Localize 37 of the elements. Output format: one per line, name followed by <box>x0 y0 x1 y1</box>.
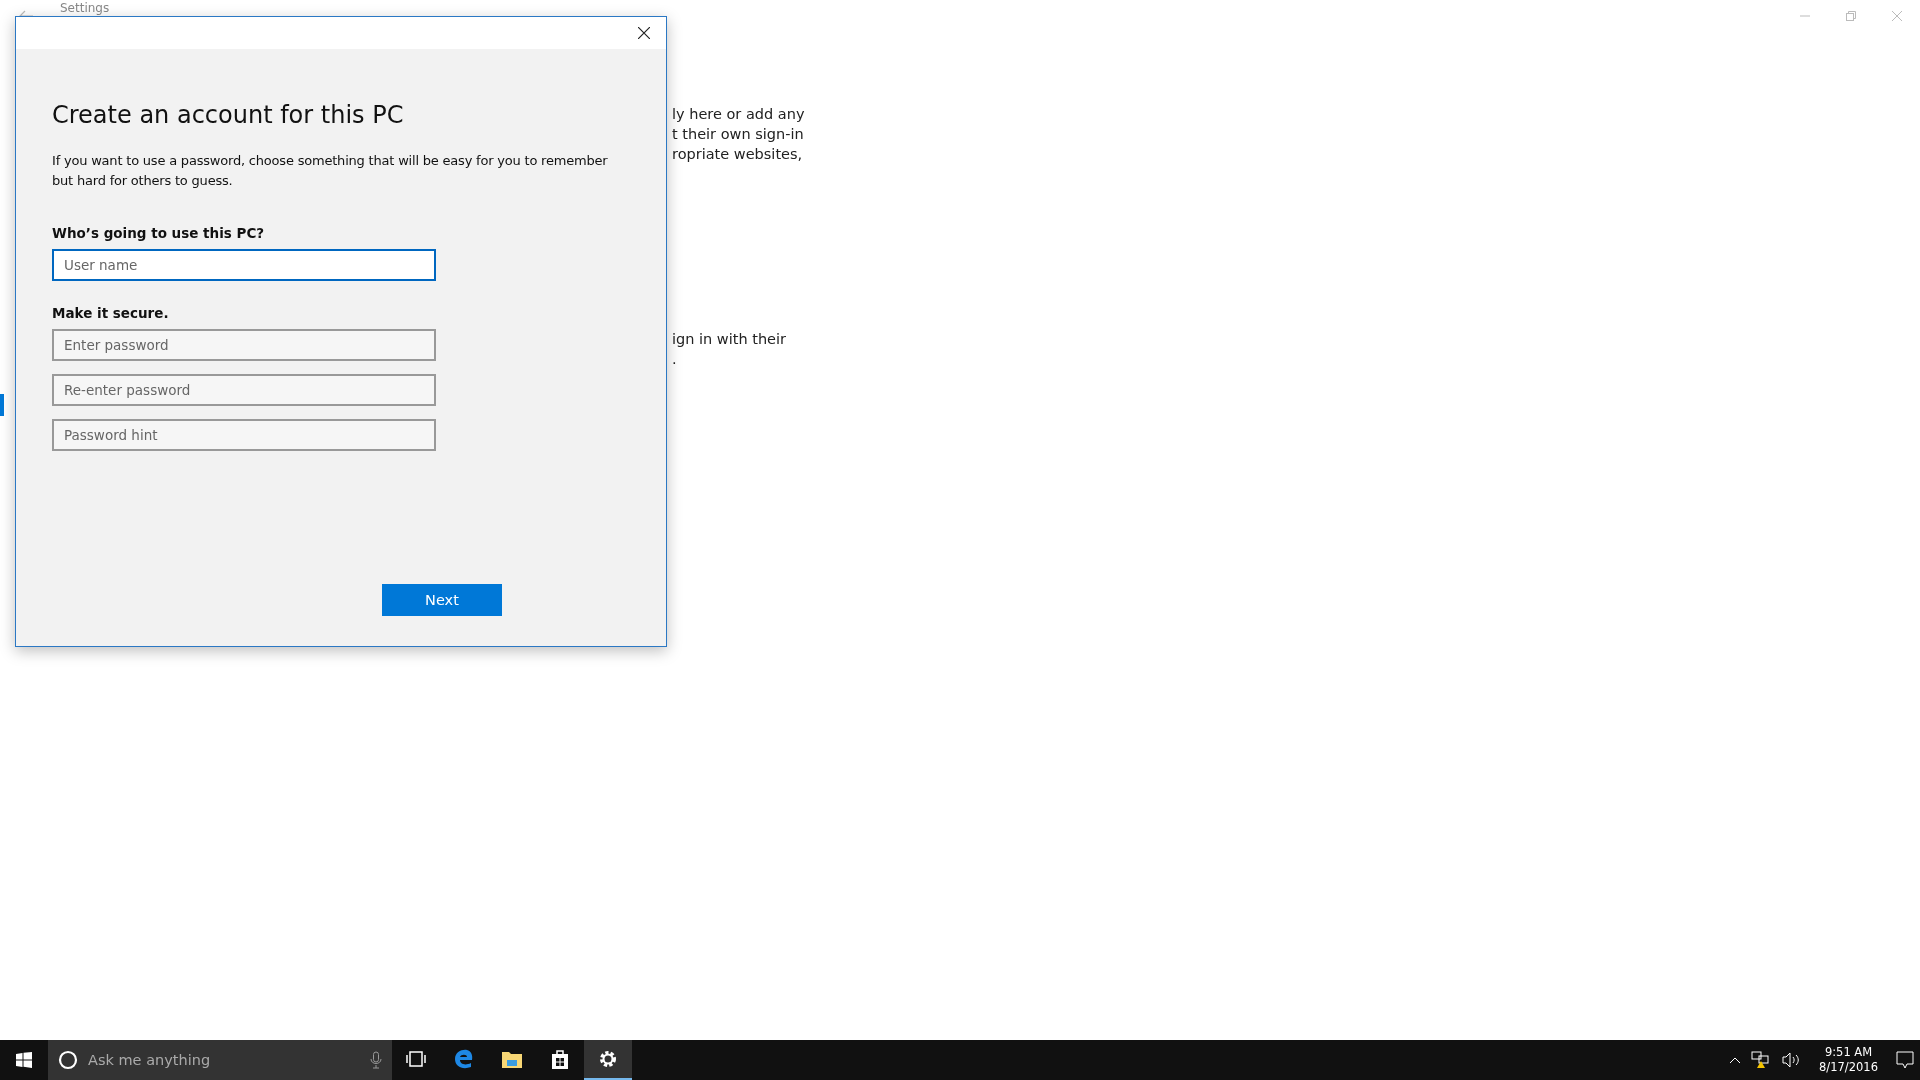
chevron-up-icon[interactable] <box>1729 1056 1742 1064</box>
network-warning-icon[interactable] <box>1751 1051 1772 1069</box>
search-field[interactable]: Ask me anything <box>86 1051 362 1069</box>
microphone-icon[interactable] <box>370 1051 382 1069</box>
windows-logo-icon <box>16 1052 32 1068</box>
clock-time: 9:51 AM <box>1824 1045 1873 1060</box>
close-icon <box>1892 11 1902 21</box>
taskbar-app[interactable] <box>584 1040 632 1080</box>
restore-icon <box>1846 11 1856 21</box>
body-text: ly here or add any <box>672 105 806 124</box>
window-title: Settings <box>60 1 110 15</box>
input-field[interactable]: Password hint <box>52 419 436 451</box>
circle-icon <box>58 1050 78 1070</box>
task-view-icon <box>406 1051 426 1067</box>
body-text: ropriate websites, <box>672 145 804 164</box>
section-label: Who’s going to use this PC? <box>52 225 266 241</box>
input-field[interactable]: Re-enter password <box>52 374 436 406</box>
speaker-icon[interactable] <box>1781 1052 1802 1068</box>
next-button[interactable]: Next <box>382 584 502 616</box>
shopping-bag-icon <box>550 1048 570 1070</box>
gear-icon <box>598 1049 618 1069</box>
description-text: If you want to use a password, choose something that will be easy for you to remember but hard for others to guess. <box>52 152 609 190</box>
body-text: . <box>672 350 678 369</box>
selection-marker <box>0 394 4 416</box>
dialog-heading: Create an account for this PC <box>52 101 405 129</box>
clock-date: 8/17/2016 <box>1819 1060 1878 1075</box>
clock[interactable]: 9:51 AM 8/17/2016 <box>1811 1045 1886 1075</box>
input-field[interactable]: Enter password <box>52 329 436 361</box>
search-box[interactable]: Ask me anything <box>48 1040 392 1080</box>
body-text: ign in with their <box>672 330 788 349</box>
close-icon <box>638 27 650 39</box>
browser-e-icon <box>453 1048 475 1070</box>
folder-icon <box>501 1049 523 1069</box>
input-field[interactable]: User name <box>52 249 436 281</box>
section-label: Make it secure. <box>52 305 170 321</box>
body-text: t their own sign-in <box>672 125 805 144</box>
notification-icon[interactable] <box>1896 1051 1914 1069</box>
